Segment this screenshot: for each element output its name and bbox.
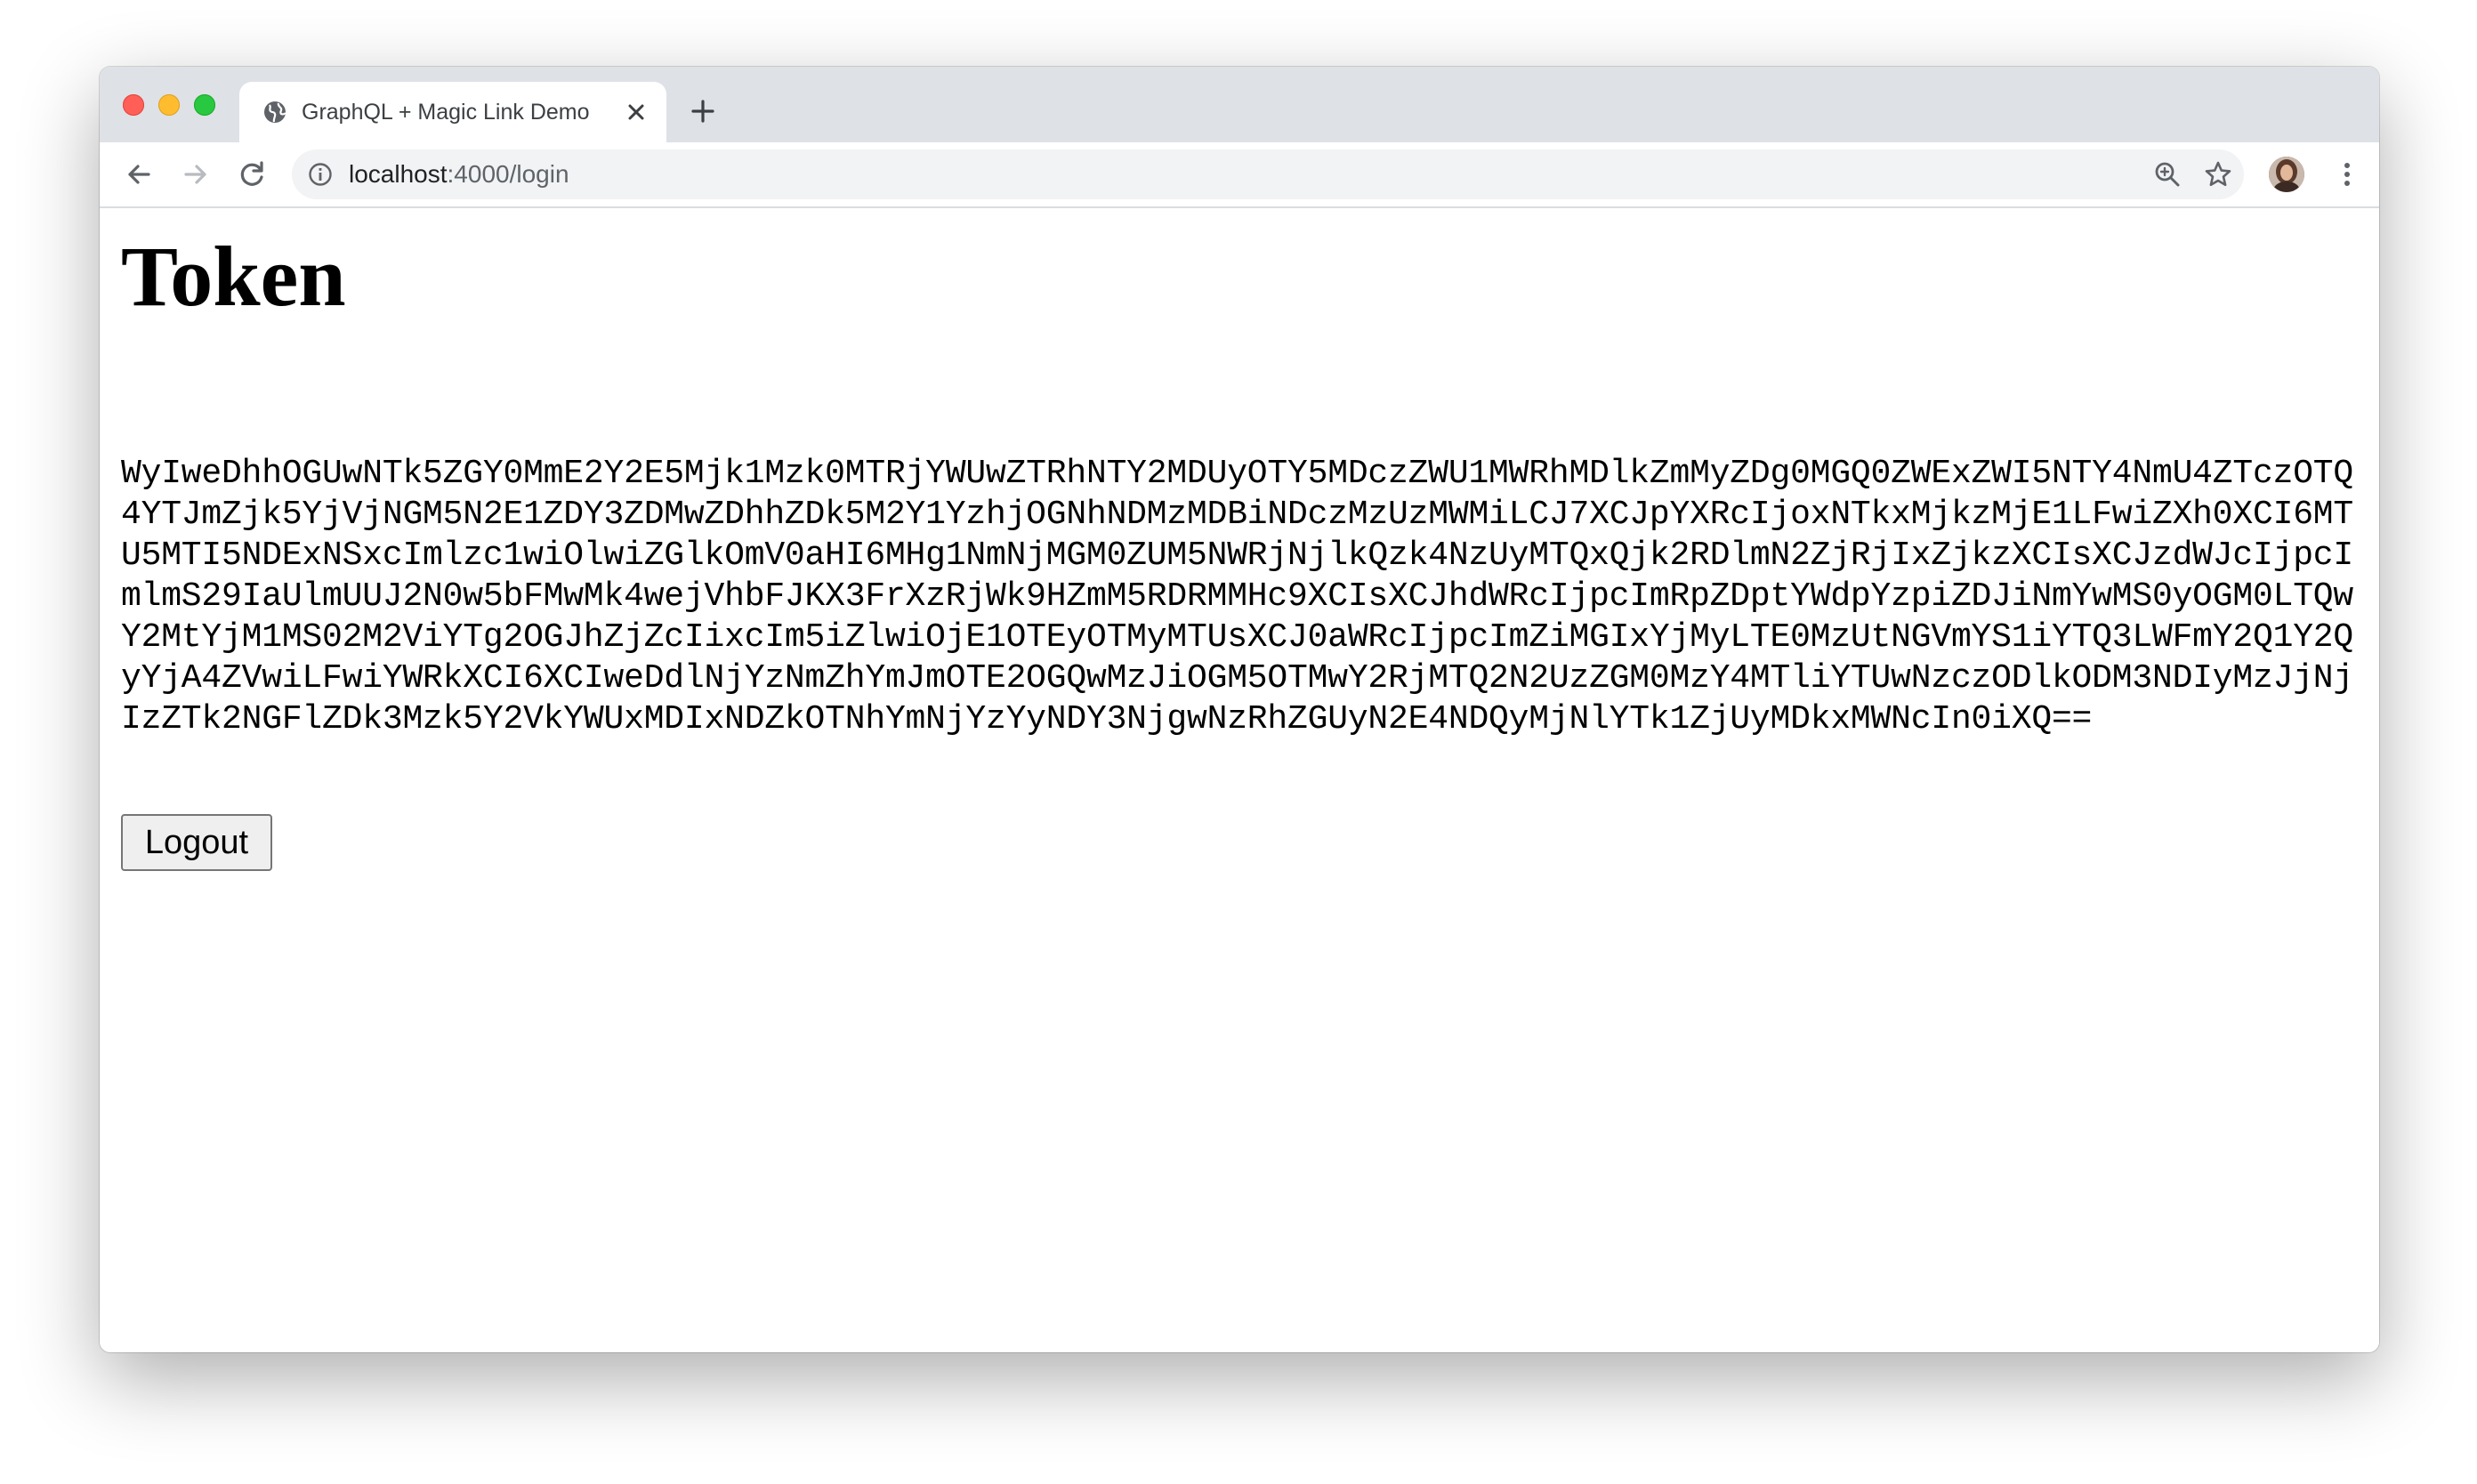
tab-title: GraphQL + Magic Link Demo: [302, 100, 590, 125]
token-text: WyIweDhhOGUwNTk5ZGY0MmE2Y2E5Mjk1Mzk0MTRj…: [121, 455, 2354, 738]
screen: GraphQL + Magic Link Demo localhost:4000…: [0, 0, 2477, 1484]
page-title: Token: [121, 229, 346, 324]
minimize-window-button[interactable]: [158, 94, 180, 116]
close-window-button[interactable]: [123, 94, 144, 116]
globe-icon: [262, 100, 287, 125]
page-content: Token WyIweDhhOGUwNTk5ZGY0MmE2Y2E5Mjk1Mz…: [100, 208, 2379, 1352]
plus-icon[interactable]: [687, 95, 719, 127]
arrow-left-icon[interactable]: [123, 158, 155, 190]
zoom-icon[interactable]: [2153, 160, 2182, 189]
logout-button[interactable]: Logout: [121, 814, 272, 871]
arrow-right-icon[interactable]: [180, 158, 212, 190]
tab-strip: GraphQL + Magic Link Demo: [100, 67, 2379, 142]
address-bar[interactable]: localhost:4000/login: [292, 149, 2244, 199]
browser-window: GraphQL + Magic Link Demo localhost:4000…: [100, 67, 2379, 1352]
url-host: localhost: [349, 160, 448, 188]
avatar[interactable]: [2269, 157, 2304, 192]
zoom-window-button[interactable]: [194, 94, 215, 116]
close-icon[interactable]: [622, 98, 650, 126]
tab-active[interactable]: GraphQL + Magic Link Demo: [239, 82, 666, 142]
kebab-menu-icon[interactable]: [2331, 158, 2363, 190]
reload-icon[interactable]: [237, 158, 269, 190]
url-path: :4000/login: [447, 160, 569, 188]
star-icon[interactable]: [2203, 159, 2233, 190]
browser-toolbar: localhost:4000/login: [100, 142, 2379, 208]
url-text[interactable]: localhost:4000/login: [349, 160, 569, 189]
info-icon[interactable]: [308, 162, 333, 187]
